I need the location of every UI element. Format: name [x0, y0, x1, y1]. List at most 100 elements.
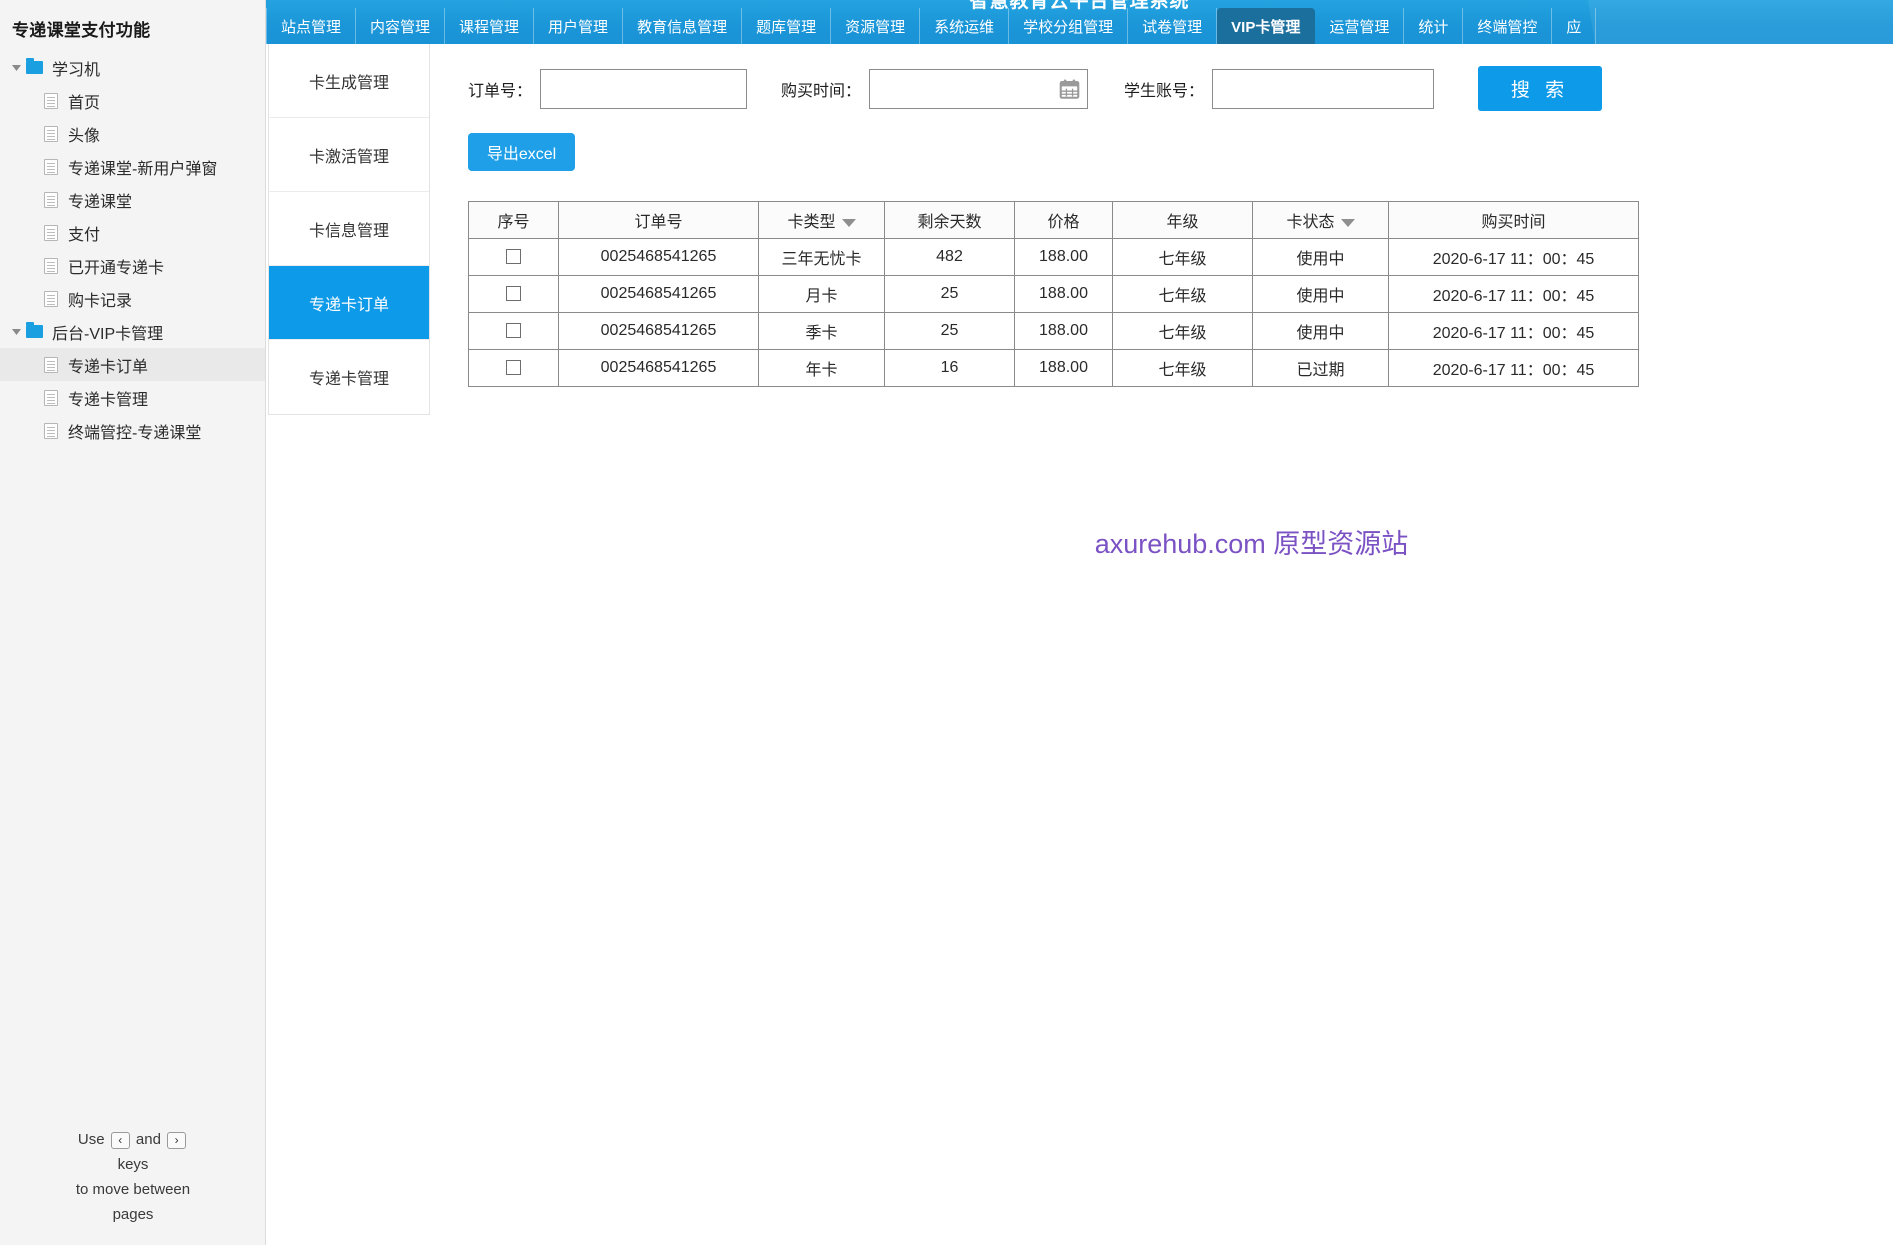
subnav-item[interactable]: 专递卡管理 — [269, 340, 429, 414]
column-header-label: 剩余天数 — [917, 214, 982, 231]
nav-tab[interactable]: 题库管理 — [742, 8, 832, 44]
nav-tab[interactable]: 教育信息管理 — [623, 8, 743, 44]
next-page-key[interactable]: › — [167, 1131, 187, 1149]
nav-tab-label: 课程管理 — [459, 18, 520, 36]
order-no-label: 订单号： — [468, 82, 533, 100]
subnav-item[interactable]: 卡激活管理 — [269, 118, 429, 192]
sitemap-node-label: 终端管控-专递课堂 — [68, 424, 202, 442]
sitemap-node-label: 专递课堂 — [68, 193, 133, 211]
cell-card_type: 月卡 — [758, 275, 885, 313]
subnav-item-active[interactable]: 专递卡订单 — [269, 266, 429, 340]
nav-tab[interactable]: 站点管理 — [266, 8, 357, 44]
sitemap-node-page[interactable]: 终端管控-专递课堂 — [0, 414, 265, 447]
cell-price: 188.00 — [1014, 238, 1113, 276]
nav-tab[interactable]: 资源管理 — [831, 8, 921, 44]
cell-order_no: 0025468541265 — [558, 238, 759, 276]
column-header-label: 序号 — [497, 214, 530, 231]
nav-tab[interactable]: 系统运维 — [920, 8, 1010, 44]
column-header-status[interactable]: 卡状态 — [1252, 201, 1389, 239]
orders-table-container: 序号 订单号 卡类型 剩余天数 价格 年级 卡状态 购买时间 0025468541265 三年无… — [438, 171, 1893, 387]
page-icon — [44, 224, 58, 241]
search-button[interactable]: 搜 索 — [1478, 66, 1603, 111]
row-checkbox[interactable] — [506, 323, 521, 339]
nav-tab-label: 题库管理 — [756, 18, 817, 36]
subnav-item[interactable]: 卡生成管理 — [269, 44, 429, 118]
purchase-time-input[interactable] — [869, 68, 1089, 109]
row-checkbox[interactable] — [506, 360, 521, 376]
nav-tab[interactable]: 运营管理 — [1315, 8, 1405, 44]
date-picker[interactable] — [869, 68, 1089, 109]
sitemap-node-label: 专递卡管理 — [68, 391, 149, 409]
cell-index[interactable] — [468, 275, 559, 313]
sitemap-node-page[interactable]: 支付 — [0, 216, 265, 249]
sitemap-node-page[interactable]: 头像 — [0, 117, 265, 150]
expand-caret-icon[interactable] — [8, 324, 24, 340]
sitemap-node-page[interactable]: 专递课堂-新用户弹窗 — [0, 150, 265, 183]
sort-caret-icon[interactable] — [1340, 218, 1355, 227]
column-header-order_no: 订单号 — [558, 201, 759, 239]
nav-tab[interactable]: 学校分组管理 — [1009, 8, 1129, 44]
nav-tab-active[interactable]: VIP卡管理 — [1217, 8, 1316, 44]
folder-icon — [26, 58, 43, 74]
sitemap-node-page[interactable]: 专递卡管理 — [0, 381, 265, 414]
row-checkbox[interactable] — [506, 249, 521, 265]
table-row: 0025468541265 三年无忧卡 482 188.00 七年级 使用中 2020-6-… — [468, 238, 1639, 276]
cell-card_type: 三年无忧卡 — [758, 238, 885, 276]
column-header-label: 购买时间 — [1481, 214, 1546, 231]
subnav-item[interactable]: 卡信息管理 — [269, 192, 429, 266]
subnav-item-label: 卡生成管理 — [308, 74, 389, 92]
column-header-price: 价格 — [1014, 201, 1113, 239]
sitemap-title: 专递课堂支付功能 — [12, 21, 151, 40]
cell-value: 188.00 — [1039, 322, 1088, 339]
nav-tab[interactable]: 用户管理 — [534, 8, 624, 44]
student-account-input[interactable] — [1212, 68, 1435, 109]
cell-index[interactable] — [468, 312, 559, 350]
sitemap-node-page[interactable]: 首页 — [0, 84, 265, 117]
column-header-card_type[interactable]: 卡类型 — [758, 201, 885, 239]
nav-tab[interactable]: 统计 — [1404, 8, 1464, 44]
sitemap-node-label: 专递卡订单 — [68, 358, 149, 376]
cell-value: 七年级 — [1158, 288, 1207, 305]
cell-value: 七年级 — [1158, 251, 1207, 268]
nav-tab-label: 应 — [1566, 18, 1582, 36]
sitemap-sidebar: 专递课堂支付功能 学习机首页头像专递课堂-新用户弹窗 专递课堂支付已开通专递卡购卡… — [0, 0, 266, 1245]
export-excel-button[interactable]: 导出excel — [468, 133, 575, 171]
cell-price: 188.00 — [1014, 275, 1113, 313]
cell-index[interactable] — [468, 349, 559, 387]
cell-value: 482 — [936, 248, 963, 265]
page-icon — [44, 257, 58, 274]
sitemap-node-label: 专递课堂-新用户弹窗 — [68, 160, 218, 178]
column-header-buy_time: 购买时间 — [1388, 201, 1639, 239]
nav-tab[interactable]: 课程管理 — [445, 8, 535, 44]
expand-caret-icon[interactable] — [8, 60, 24, 76]
cell-value: 季卡 — [805, 325, 838, 342]
cell-days_left: 16 — [884, 349, 1015, 387]
column-header-index: 序号 — [468, 201, 559, 239]
sitemap-node-page[interactable]: 专递课堂 — [0, 183, 265, 216]
cell-order_no: 0025468541265 — [558, 275, 759, 313]
footer-pages-label: pages — [112, 1206, 154, 1223]
sitemap-node-folder[interactable]: 学习机 — [0, 51, 265, 84]
sitemap-node-page[interactable]: 购卡记录 — [0, 282, 265, 315]
nav-tab[interactable]: 应 — [1552, 8, 1597, 44]
cell-value: 七年级 — [1158, 325, 1207, 342]
cell-index[interactable] — [468, 238, 559, 276]
nav-tab[interactable]: 内容管理 — [356, 8, 446, 44]
sitemap-node-page[interactable]: 已开通专递卡 — [0, 249, 265, 282]
sitemap-node-label: 首页 — [68, 94, 101, 112]
search-filter-bar: 订单号： 购买时间： 学生账号： 搜 索 — [438, 44, 1893, 111]
nav-tab[interactable]: 试卷管理 — [1128, 8, 1218, 44]
application-frame: 智慧教育云平台管理系统 站点管理 内容管理 课程管理 用户管理 教育信息管理 题库管理 资源… — [266, 0, 1893, 1245]
prev-page-key[interactable]: ‹ — [110, 1131, 130, 1149]
sitemap-node-label: 已开通专递卡 — [68, 259, 165, 277]
order-no-input[interactable] — [540, 68, 748, 109]
sitemap-node-folder[interactable]: 后台-VIP卡管理 — [0, 315, 265, 348]
sitemap-node-page[interactable]: 专递卡订单 — [0, 348, 265, 381]
sort-caret-icon[interactable] — [841, 218, 856, 227]
student-account-label: 学生账号： — [1124, 82, 1205, 100]
cell-grade: 七年级 — [1112, 238, 1253, 276]
nav-tab[interactable]: 终端管控 — [1463, 8, 1553, 44]
page-icon — [44, 191, 58, 208]
footer-and-label: and — [135, 1131, 161, 1148]
row-checkbox[interactable] — [506, 286, 521, 302]
